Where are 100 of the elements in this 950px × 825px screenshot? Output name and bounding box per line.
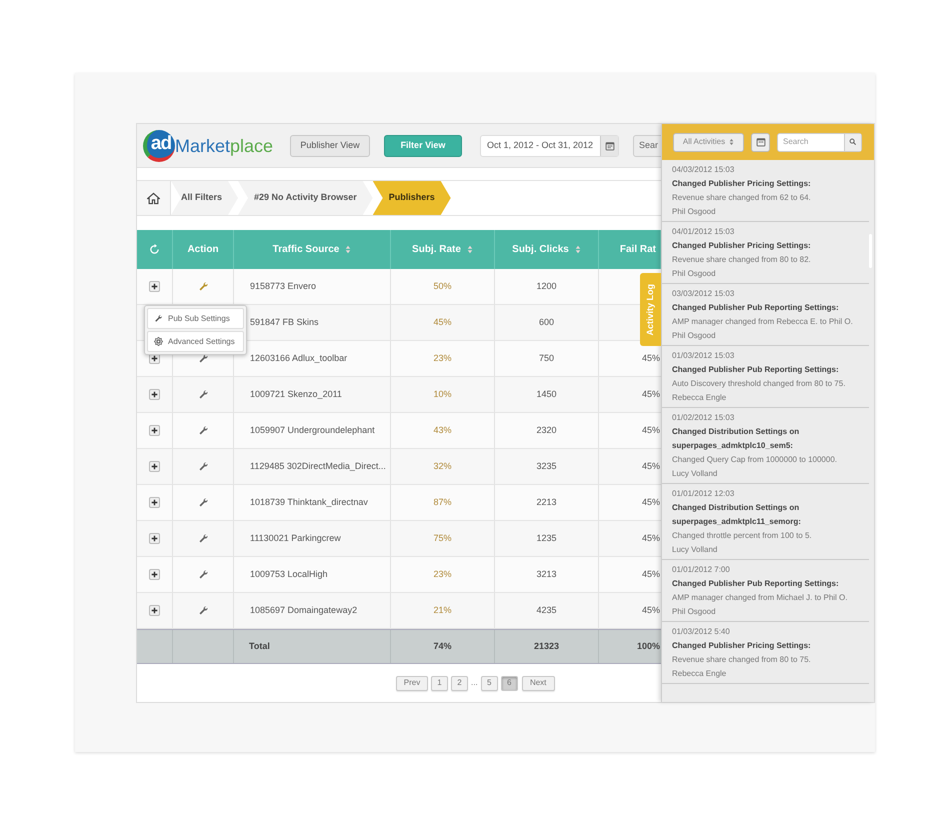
- table-cell-text: 1235: [536, 532, 557, 545]
- table-cell-text: 1129485 302DirectMedia_Direct...: [250, 460, 386, 473]
- refresh-icon: [149, 244, 160, 255]
- activity-detail: Revenue share changed from 62 to 64.: [672, 192, 812, 204]
- table-cell-text: 9158773 Envero: [250, 280, 316, 293]
- expand-button[interactable]: [149, 605, 160, 616]
- expand-button[interactable]: [149, 425, 160, 436]
- search-button[interactable]: [844, 134, 861, 150]
- wrench-icon[interactable]: [198, 425, 208, 436]
- search-input[interactable]: Search: [778, 136, 844, 148]
- breadcrumb-item[interactable]: Publishers: [372, 181, 451, 215]
- expand-button[interactable]: [149, 569, 160, 580]
- activity-time: 04/01/2012 15:03: [672, 226, 736, 238]
- home-button[interactable]: [137, 181, 171, 215]
- expand-button[interactable]: [149, 461, 160, 472]
- table-cell-text: 43%: [433, 424, 452, 437]
- wrench-icon[interactable]: [198, 461, 208, 472]
- table-cell-text: 1450: [536, 388, 557, 401]
- menu-item[interactable]: Pub Sub Settings: [147, 308, 244, 329]
- date-range-field[interactable]: Oct 1, 2012 - Oct 31, 2012: [480, 134, 619, 156]
- sort-icon: [574, 245, 581, 254]
- activity-title: Changed Publisher Pub Reporting Settings:: [672, 578, 840, 590]
- logo-badge: ad: [143, 130, 175, 162]
- calendar-button[interactable]: [600, 136, 618, 156]
- sort-icon: [345, 245, 352, 254]
- wrench-icon[interactable]: [198, 497, 208, 508]
- activity-title: Changed Publisher Pricing Settings:: [672, 640, 812, 652]
- table-cell-text: 45%: [642, 568, 660, 581]
- plus-icon: [151, 427, 158, 434]
- activity-detail: Changed Query Cap from 1000000 to 100000.: [672, 454, 838, 466]
- search-field[interactable]: Search: [777, 132, 862, 152]
- table-cell-text: 45%: [642, 388, 660, 401]
- expand-button[interactable]: [149, 281, 160, 292]
- activity-detail: AMP manager changed from Rebecca E. to Phil O.: [672, 316, 854, 328]
- wrench-icon[interactable]: [198, 389, 208, 400]
- table-cell-text: 3235: [536, 460, 557, 473]
- calendar-button[interactable]: [751, 132, 770, 152]
- wrench-icon[interactable]: [198, 533, 208, 544]
- page-button[interactable]: Next: [522, 676, 555, 690]
- activity-title: Changed Publisher Pub Reporting Settings:: [672, 364, 840, 376]
- activity-detail: Revenue share changed from 80 to 75.: [672, 654, 812, 666]
- table-cell-text: 591847 FB Skins: [250, 316, 319, 329]
- table-cell-text: 1018739 Thinktank_directnav: [250, 496, 368, 509]
- calendar-icon: [604, 140, 614, 150]
- table-cell-text: 600: [538, 316, 554, 329]
- table-cell-text: 2213: [536, 496, 557, 509]
- page-button[interactable]: Prev: [396, 676, 428, 690]
- wrench-icon[interactable]: [198, 353, 208, 364]
- header-search-button[interactable]: Sear: [633, 134, 661, 156]
- view-button[interactable]: Publisher View: [290, 134, 370, 156]
- table-cell-text: 23%: [433, 568, 452, 581]
- activity-detail: Revenue share changed from 80 to 82.: [672, 254, 812, 266]
- table-cell-text: 75%: [433, 532, 452, 545]
- activity-title: Changed Distribution Settings on superpages_admktplc10_sem5:: [672, 426, 800, 452]
- breadcrumb-item[interactable]: #29 No Activity Browser: [238, 181, 373, 215]
- table-cell-text: 45%: [642, 496, 660, 509]
- logo-text: Market: [175, 136, 230, 154]
- search-icon: [849, 138, 857, 146]
- table-cell-text: 45%: [642, 424, 660, 437]
- table-cell-text: 12603166 Adlux_toolbar: [250, 352, 348, 365]
- activity-time: 01/02/2012 15:03: [672, 412, 736, 424]
- activity-detail: Auto Discovery threshold changed from 80 to 75.: [672, 378, 846, 390]
- activity-entry[interactable]: 04/03/2012 15:03 Changed Publisher Pricing Settings: Revenue share changed from 62 to 64. Phil Osgood: [662, 160, 869, 222]
- activity-title: Changed Publisher Pricing Settings:: [672, 240, 812, 252]
- plus-icon: [151, 571, 158, 578]
- activity-user: Lucy Volland: [672, 468, 718, 480]
- expand-button[interactable]: [149, 389, 160, 400]
- activity-user: Phil Osgood: [672, 606, 717, 618]
- page-button[interactable]: 2: [451, 676, 468, 690]
- activity-entry[interactable]: 01/01/2012 12:03 Changed Distribution Settings on superpages_admktplc11_semorg: Changed throttle percent from 100 to 5. Lucy Volland: [662, 484, 869, 560]
- table-cell-text: 45%: [642, 604, 660, 617]
- expand-button[interactable]: [149, 533, 160, 544]
- menu-item[interactable]: Advanced Settings: [147, 331, 244, 352]
- wrench-icon[interactable]: [198, 569, 208, 580]
- activity-time: 03/03/2012 15:03: [672, 288, 736, 300]
- wrench-icon: [154, 314, 163, 323]
- table-cell-text: 32%: [433, 460, 452, 473]
- filter-dropdown[interactable]: All Activities: [673, 132, 744, 152]
- activity-entry[interactable]: 03/03/2012 15:03 Changed Publisher Pub Reporting Settings: AMP manager changed from Rebecca E. to Phil O. Phil Osgood: [662, 284, 869, 346]
- activity-log-label: Activity Log: [644, 284, 656, 336]
- wrench-icon[interactable]: [198, 605, 208, 616]
- activity-entry[interactable]: 01/01/2012 7:00 Changed Publisher Pub Reporting Settings: AMP manager changed from Michael J. to Phil O. Phil Osgood: [662, 560, 869, 622]
- activity-user: Rebecca Engle: [672, 392, 728, 404]
- page-button[interactable]: 5: [480, 676, 498, 690]
- table-cell-text: 100%: [636, 640, 660, 653]
- activity-entry[interactable]: 01/03/2012 5:40 Changed Publisher Pricing Settings: Revenue share changed from 80 to 75. Rebecca Engle: [662, 622, 869, 684]
- activity-entry[interactable]: 01/03/2012 15:03 Changed Publisher Pub Reporting Settings: Auto Discovery threshold changed from 80 to 75. Rebecca Engle: [662, 346, 869, 408]
- activity-time: 01/01/2012 7:00: [672, 564, 731, 576]
- table-cell-text: 45%: [642, 460, 660, 473]
- activity-entry[interactable]: 01/02/2012 15:03 Changed Distribution Settings on superpages_admktplc10_sem5: Changed Query Cap from 1000000 to 100000. Lucy Volland: [662, 408, 869, 484]
- expand-button[interactable]: [149, 497, 160, 508]
- activity-time: 04/03/2012 15:03: [672, 164, 736, 176]
- page-button[interactable]: 1: [431, 676, 448, 690]
- activity-detail: AMP manager changed from Michael J. to Phil O.: [672, 592, 848, 604]
- wrench-icon[interactable]: [198, 281, 208, 292]
- table-cell-text: 21323: [534, 640, 560, 653]
- plus-icon: [151, 283, 158, 290]
- activity-user: Phil Osgood: [672, 268, 717, 280]
- breadcrumb-item[interactable]: All Filters: [171, 181, 238, 215]
- plus-icon: [151, 535, 158, 542]
